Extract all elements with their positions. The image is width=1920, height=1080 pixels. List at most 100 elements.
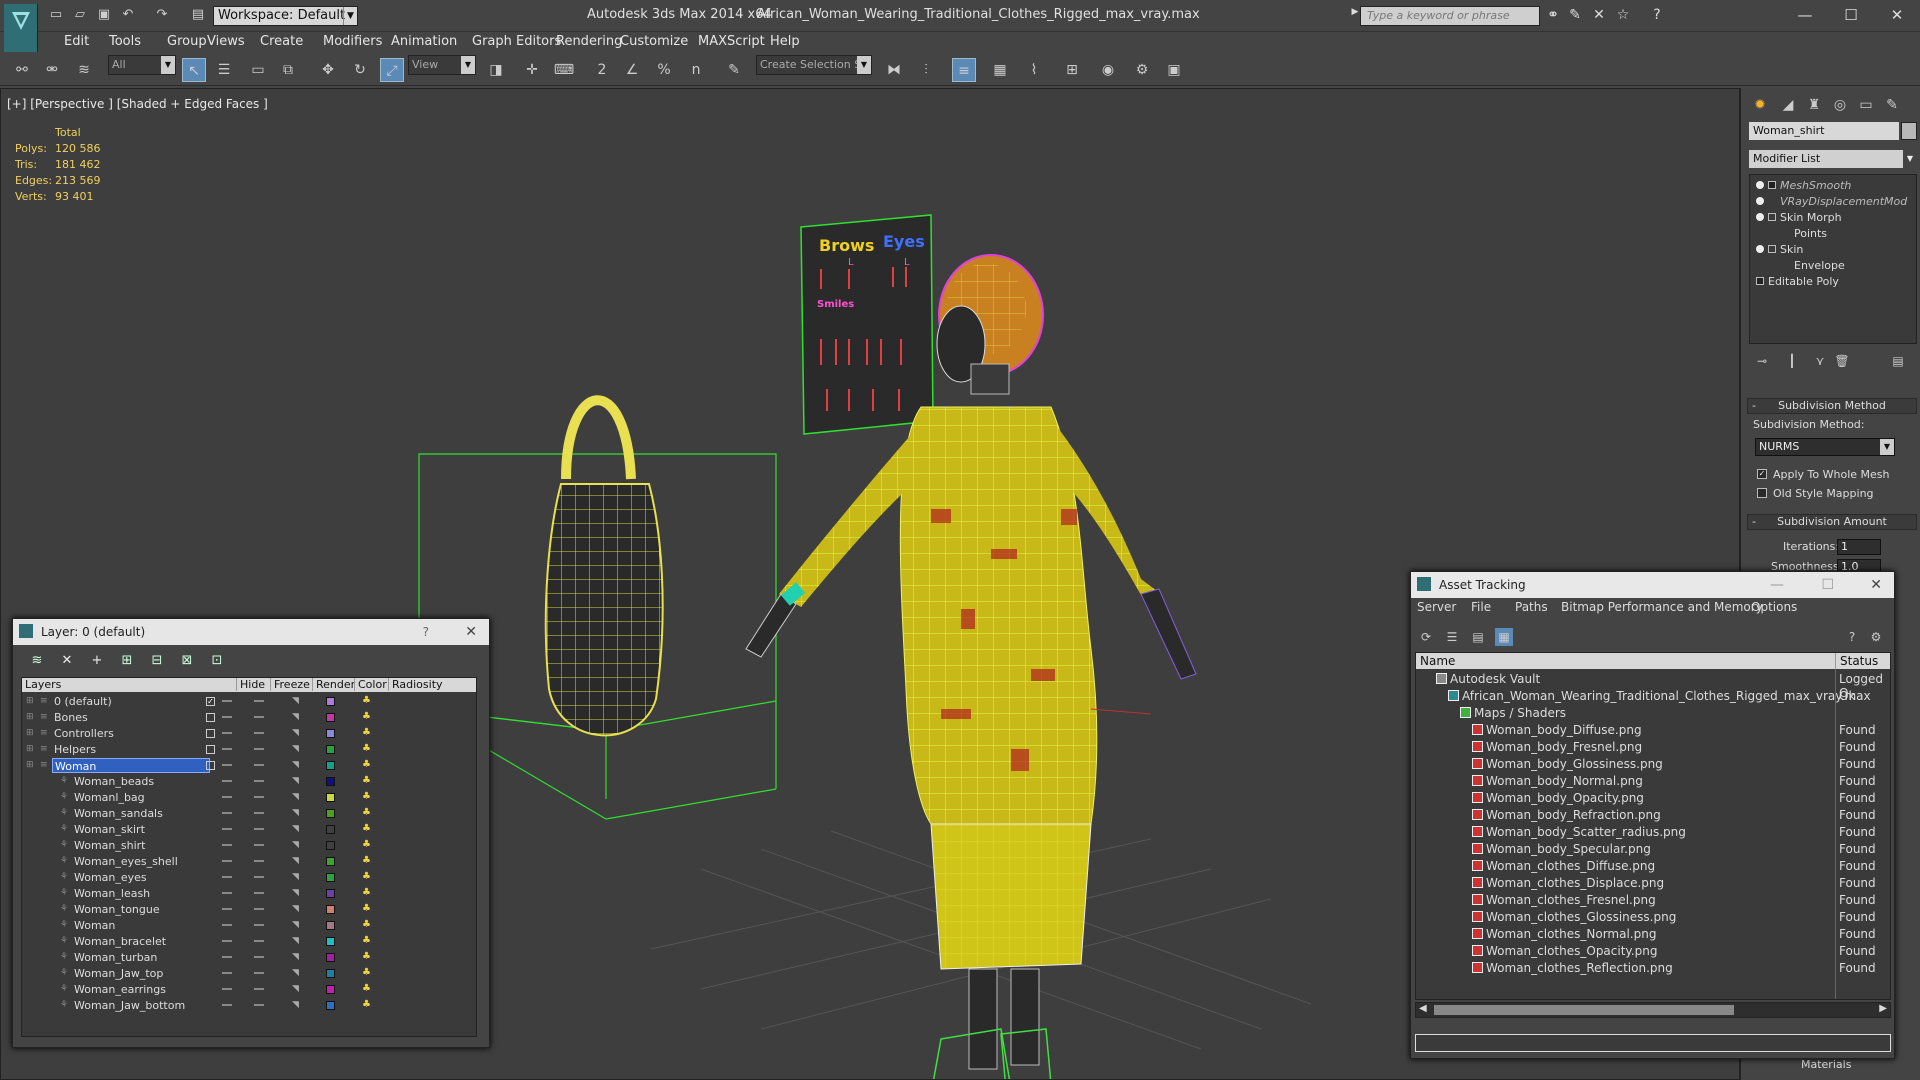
make-unique-icon[interactable]: ⋎: [1811, 352, 1829, 370]
radiosity-icon[interactable]: ♣: [362, 839, 372, 851]
stack-subitem-points[interactable]: Points: [1794, 227, 1827, 240]
freeze-all-layers-icon[interactable]: ⊡: [207, 651, 227, 671]
asset-menu-options[interactable]: Options: [1751, 600, 1797, 614]
expand-box-icon[interactable]: [1768, 245, 1776, 253]
hide-toggle[interactable]: [222, 940, 232, 942]
rollout-subdivision-amount[interactable]: - Subdivision Amount: [1747, 514, 1917, 530]
column-header[interactable]: Freeze: [270, 678, 312, 691]
table-view-icon[interactable]: ▦: [1495, 628, 1513, 646]
material-editor-icon[interactable]: ◉: [1096, 58, 1120, 82]
render-teapot-icon[interactable]: ◥: [292, 936, 302, 946]
menu-item-rendering[interactable]: Rendering: [556, 34, 622, 49]
hide-toggle[interactable]: [222, 796, 232, 798]
radiosity-icon[interactable]: ♣: [362, 791, 372, 803]
minimize-button[interactable]: —: [1782, 2, 1828, 28]
scene-explorer-icon[interactable]: ▦: [988, 58, 1012, 82]
render-teapot-icon[interactable]: ◥: [292, 760, 302, 770]
layer-row[interactable]: ⚘ Woman_earrings ◥ ♣: [22, 982, 462, 998]
radiosity-icon[interactable]: ♣: [362, 727, 372, 739]
radiosity-icon[interactable]: ♣: [362, 999, 372, 1011]
layer-name[interactable]: Woman_bracelet: [72, 934, 166, 949]
menu-item-animation[interactable]: Animation: [391, 34, 457, 49]
layer-color-swatch[interactable]: [326, 729, 335, 738]
close-icon[interactable]: ✕: [465, 619, 477, 645]
hide-toggle[interactable]: [222, 828, 232, 830]
render-teapot-icon[interactable]: ◥: [292, 1000, 302, 1010]
layer-color-swatch[interactable]: [326, 793, 335, 802]
stack-item-skin-morph[interactable]: Skin Morph: [1756, 211, 1842, 224]
layer-color-swatch[interactable]: [326, 777, 335, 786]
help-icon[interactable]: ?: [423, 619, 429, 645]
schematic-view-icon[interactable]: ⊞: [1060, 58, 1084, 82]
render-teapot-icon[interactable]: ◥: [292, 744, 302, 754]
select-scale-icon[interactable]: ⤢: [380, 58, 404, 82]
radiosity-icon[interactable]: ♣: [362, 951, 372, 963]
radiosity-icon[interactable]: ♣: [362, 807, 372, 819]
asset-row[interactable]: Woman_clothes_Normal.png Found: [1416, 926, 1890, 943]
layer-color-swatch[interactable]: [326, 697, 335, 706]
freeze-toggle[interactable]: [254, 716, 264, 718]
menu-item-tools[interactable]: Tools: [109, 34, 141, 49]
workspace-dropdown[interactable]: Workspace: Default ▼: [213, 6, 358, 26]
expand-icon[interactable]: ⊞: [26, 728, 34, 738]
layer-name[interactable]: Woman_sandals: [72, 806, 163, 821]
hide-toggle[interactable]: [222, 972, 232, 974]
exchange-icon[interactable]: ✕: [1590, 7, 1608, 23]
select-rotate-icon[interactable]: ↻: [348, 58, 372, 82]
current-layer-checkbox[interactable]: [206, 761, 215, 770]
render-teapot-icon[interactable]: ◥: [292, 808, 302, 818]
asset-menu-server[interactable]: Server: [1417, 600, 1456, 614]
layer-name[interactable]: Woman_skirt: [72, 822, 145, 837]
render-setup-icon[interactable]: ⚙: [1130, 58, 1154, 82]
asset-row[interactable]: Woman_clothes_Fresnel.png Found: [1416, 892, 1890, 909]
link-icon[interactable]: ⚯: [10, 58, 34, 82]
layer-row[interactable]: ⚘ Woman_Jaw_bottom ◥ ♣: [22, 998, 462, 1014]
freeze-toggle[interactable]: [254, 796, 264, 798]
asset-menu-file[interactable]: File: [1471, 600, 1491, 614]
close-icon[interactable]: ✕: [1870, 572, 1882, 598]
stack-item-skin[interactable]: Skin: [1756, 243, 1803, 256]
modify-tab-icon[interactable]: ◢: [1777, 94, 1799, 116]
layer-row[interactable]: ⚘ Woman_leash ◥ ♣: [22, 886, 462, 902]
utilities-tab-icon[interactable]: ✎: [1881, 94, 1903, 116]
asset-row[interactable]: Woman_body_Glossiness.png Found: [1416, 756, 1890, 773]
asset-row[interactable]: Woman_body_Scatter_radius.png Found: [1416, 824, 1890, 841]
window-crossing-icon[interactable]: ⧉: [276, 58, 300, 82]
asset-row[interactable]: Maps / Shaders: [1416, 705, 1890, 722]
radiosity-icon[interactable]: ♣: [362, 935, 372, 947]
rollout-subdivision-method[interactable]: - Subdivision Method: [1747, 398, 1917, 414]
scroll-right-icon[interactable]: ▶: [1879, 1003, 1887, 1014]
hide-toggle[interactable]: [222, 764, 232, 766]
freeze-toggle[interactable]: [254, 956, 264, 958]
render-teapot-icon[interactable]: ◥: [292, 872, 302, 882]
hide-all-layers-icon[interactable]: ⊠: [177, 651, 197, 671]
column-header[interactable]: Color: [354, 678, 388, 691]
expand-icon[interactable]: ⊞: [26, 712, 34, 722]
options-icon[interactable]: ⚙: [1867, 628, 1885, 646]
menu-item-create[interactable]: Create: [260, 34, 303, 49]
freeze-toggle[interactable]: [254, 908, 264, 910]
layer-color-swatch[interactable]: [326, 713, 335, 722]
column-header-name[interactable]: Name: [1420, 654, 1455, 668]
layer-name[interactable]: Controllers: [52, 726, 114, 741]
hide-toggle[interactable]: [222, 908, 232, 910]
layer-color-swatch[interactable]: [326, 937, 335, 946]
asset-menu-paths[interactable]: Paths: [1515, 600, 1548, 614]
freeze-toggle[interactable]: [254, 988, 264, 990]
freeze-toggle[interactable]: [254, 876, 264, 878]
asset-row[interactable]: Woman_clothes_Glossiness.png Found: [1416, 909, 1890, 926]
freeze-toggle[interactable]: [254, 828, 264, 830]
asset-row[interactable]: Woman_clothes_Reflection.png Found: [1416, 960, 1890, 977]
column-header[interactable]: Layers: [22, 678, 61, 691]
rendered-frame-icon[interactable]: ▣: [1162, 58, 1186, 82]
layer-color-swatch[interactable]: [326, 969, 335, 978]
undo-icon[interactable]: ↶: [120, 7, 136, 23]
expand-icon[interactable]: ⊞: [26, 696, 34, 706]
render-teapot-icon[interactable]: ◥: [292, 984, 302, 994]
layer-name[interactable]: Woman_beads: [72, 774, 154, 789]
asset-dialog-titlebar[interactable]: Asset Tracking — ☐ ✕: [1411, 572, 1894, 598]
asset-row[interactable]: Woman_clothes_Opacity.png Found: [1416, 943, 1890, 960]
asset-row[interactable]: Woman_body_Refraction.png Found: [1416, 807, 1890, 824]
modifier-list-dropdown[interactable]: Modifier List ▼: [1749, 150, 1917, 168]
lightbulb-icon[interactable]: [1756, 245, 1764, 253]
